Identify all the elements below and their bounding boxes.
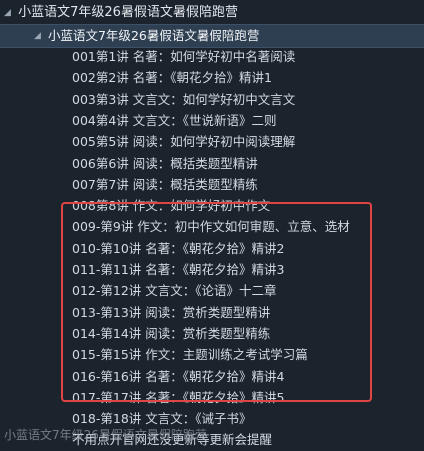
tree-subfolder-label: 小蓝语文7年级26暑假语文暑假陪跑营	[47, 28, 260, 43]
tree-item-02[interactable]: 002第2讲 名著：《朝花夕拾》精讲1	[72, 67, 272, 89]
tree-item-11[interactable]: 011-第11讲 名著：《朝花夕拾》精讲3	[72, 259, 284, 281]
tree-item-15[interactable]: 015-第15讲 作文：主题训练之考试学习篇	[72, 344, 308, 366]
tree-item-07[interactable]: 007第7讲 阅读：概括类题型精练	[72, 174, 258, 196]
tree-item-06[interactable]: 006第6讲 阅读：概括类题型精讲	[72, 153, 258, 175]
file-tree: ◢ 小蓝语文7年级26暑假语文暑假陪跑营 ◢ 小蓝语文7年级26暑假语文暑假陪跑…	[0, 0, 424, 447]
tree-subfolder-selected[interactable]: ◢ 小蓝语文7年级26暑假语文暑假陪跑营	[0, 24, 424, 48]
tree-item-17[interactable]: 017-第17讲 名著：《朝花夕拾》精讲5	[72, 387, 284, 409]
tree-root-folder[interactable]: ◢ 小蓝语文7年级26暑假语文暑假陪跑营	[4, 2, 238, 24]
tree-item-08[interactable]: 008第8讲 作文：如何学好初中作文	[72, 195, 270, 217]
tree-item-03[interactable]: 003第3讲 文言文：如何学好初中文言文	[72, 89, 295, 111]
tree-next-root-partial[interactable]: 小蓝语文7年级26暑假语文暑假陪跑营	[4, 424, 207, 446]
tree-item-05[interactable]: 005第5讲 阅读：如何学好初中阅读理解	[72, 131, 295, 153]
collapse-arrow-icon[interactable]: ◢	[4, 2, 14, 24]
tree-item-04[interactable]: 004第4讲 文言文：《世说新语》二则	[72, 110, 277, 132]
tree-item-13[interactable]: 013-第13讲 阅读：赏析类题型精讲	[72, 302, 270, 324]
tree-item-01[interactable]: 001第1讲 名著：如何学好初中名著阅读	[72, 46, 295, 68]
tree-root-label: 小蓝语文7年级26暑假语文暑假陪跑营	[18, 5, 238, 20]
tree-item-09[interactable]: 009-第9讲 作文：初中作文如何审题、立意、选材	[72, 216, 350, 238]
tree-item-12[interactable]: 012-第12讲 文言文：《论语》十二章	[72, 280, 277, 302]
tree-item-16[interactable]: 016-第16讲 名著：《朝花夕拾》精讲4	[72, 366, 284, 388]
collapse-arrow-icon[interactable]: ◢	[34, 25, 44, 47]
tree-item-10[interactable]: 010-第10讲 名著：《朝花夕拾》精讲2	[72, 238, 284, 260]
tree-item-14[interactable]: 014-第14讲 阅读：赏析类题型精练	[72, 323, 270, 345]
